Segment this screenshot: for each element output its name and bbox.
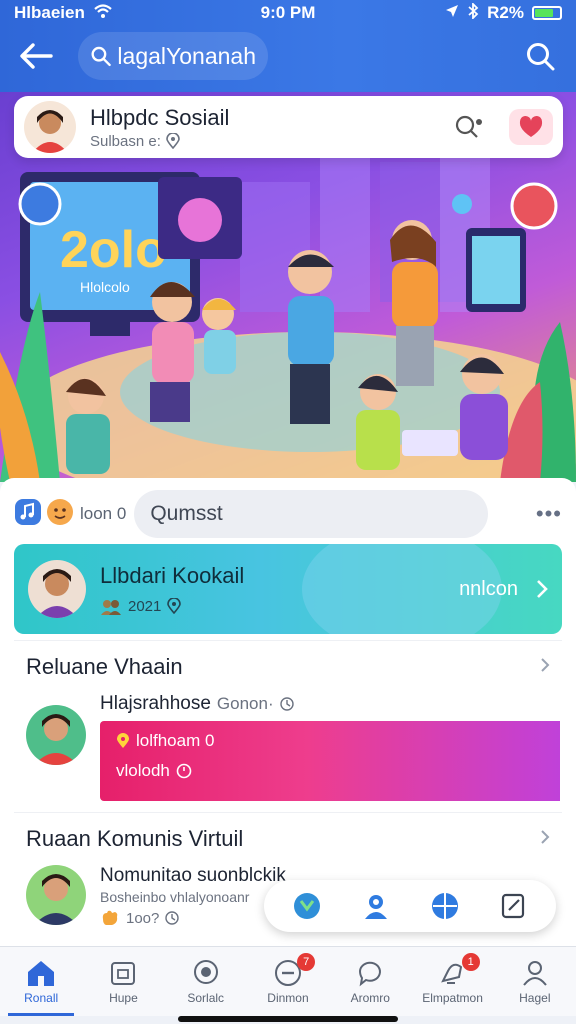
nav-notifications[interactable]: Elmpatmon 1: [411, 947, 493, 1016]
nav-social[interactable]: Sorlalc: [165, 947, 247, 1016]
item-muted: Gonon·: [216, 694, 274, 713]
search-text: lagalYonanah: [117, 42, 256, 69]
group-icon: [101, 600, 121, 615]
edit-document-icon: [501, 893, 524, 919]
back-button[interactable]: [14, 34, 58, 78]
item-title: Hlajsrahhose: [100, 693, 211, 714]
profile-share-button[interactable]: [358, 888, 394, 924]
post-composer: loon 0 Qumsst •••: [14, 488, 562, 540]
chevron-right-icon[interactable]: [536, 579, 548, 599]
featured-link-text[interactable]: nnlcon: [459, 578, 518, 601]
profile-name: Hlbpdc Sosiail: [90, 104, 230, 130]
location-arrow-icon: [445, 3, 459, 23]
search-button[interactable]: [518, 34, 562, 78]
search-icon: [91, 46, 111, 67]
tools-button[interactable]: [289, 888, 325, 924]
app-header: Hlbaeien 9:0 PM R2% lagalYonanah: [0, 0, 576, 96]
chevron-right-icon[interactable]: [540, 657, 550, 678]
person-chat-icon: [364, 895, 387, 919]
nav-label: Ronall: [24, 990, 59, 1005]
chevron-right-icon[interactable]: [540, 829, 550, 850]
nav-calendar[interactable]: Hupe: [82, 947, 164, 1016]
event-card[interactable]: lolfhoam 0 vlolodh: [100, 721, 560, 801]
nav-label: Sorlalc: [187, 990, 225, 1005]
composer-label: loon 0: [80, 504, 127, 523]
search-icon: [527, 43, 555, 71]
question-input[interactable]: Qumsst: [134, 490, 489, 538]
list-item[interactable]: Hlajsrahhose Gonon· lolfhoam 0 vlolodh: [14, 693, 562, 801]
featured-card[interactable]: Llbdari Kookail 2021 nnlcon: [14, 544, 562, 634]
calendar-icon: [111, 961, 136, 985]
location-pin-icon: [117, 733, 129, 748]
clock-icon: [279, 697, 294, 711]
home-indicator[interactable]: [178, 1016, 398, 1022]
content-panel: loon 0 Qumsst ••• Llbdari Kookail 2021 n…: [0, 478, 576, 948]
avatar[interactable]: [24, 101, 76, 153]
bluetooth-icon: [467, 1, 479, 24]
section-recommended: Reluane Vhaain Hlajsrahhose Gonon· lolfh…: [14, 640, 562, 812]
battery-icon: [532, 6, 563, 20]
status-bar: Hlbaeien 9:0 PM R2%: [0, 0, 576, 26]
clock-icon: [176, 763, 192, 779]
event-location: lolfhoam 0: [136, 731, 215, 750]
profile-subtitle: Sulbasn e:: [90, 132, 161, 150]
search-field[interactable]: lagalYonanah: [78, 32, 268, 80]
section-title: Reluane Vhaain: [26, 654, 183, 679]
featured-title: Llbdari Kookail: [100, 563, 245, 588]
nav-messages[interactable]: Dinmon 7: [247, 947, 329, 1016]
comment-icon: [359, 961, 382, 986]
notification-badge: 1: [461, 953, 480, 971]
section-header[interactable]: Ruaan Komunis Virtuil: [14, 813, 562, 865]
hand-wave-icon: [102, 910, 118, 925]
profile-card[interactable]: Hlbpdc Sosiail Sulbasn e:: [14, 96, 563, 158]
location-pin-icon: [167, 598, 182, 614]
globe-icon: [431, 893, 458, 919]
battery-percent: R2%: [487, 3, 525, 22]
clock-icon: [165, 911, 180, 925]
nav-comments[interactable]: Aromro: [329, 947, 411, 1016]
person-icon: [523, 960, 547, 986]
nav-home[interactable]: Ronall: [0, 947, 82, 1016]
avatar[interactable]: [26, 705, 86, 765]
globe-button[interactable]: [427, 888, 463, 924]
search-person-icon: [455, 115, 482, 138]
tv-screen-text: 2olo: [60, 221, 167, 279]
section-title: Ruaan Komunis Virtuil: [26, 826, 244, 851]
nav-label: Elmpatmon: [422, 990, 483, 1005]
nav-label: Aromro: [350, 990, 390, 1005]
tools-icon: [293, 893, 320, 919]
clock: 9:0 PM: [260, 3, 316, 22]
chat-bubble-icon: [193, 959, 218, 984]
nav-label: Hupe: [109, 990, 138, 1005]
more-options-button[interactable]: •••: [536, 501, 562, 527]
carrier-name: Hlbaeien: [14, 3, 85, 22]
search-people-button[interactable]: [447, 109, 491, 145]
question-placeholder: Qumsst: [150, 502, 223, 525]
nav-profile[interactable]: Hagel: [494, 947, 576, 1016]
nav-label: Hagel: [519, 990, 551, 1005]
avatar[interactable]: [28, 560, 86, 618]
nav-label: Dinmon: [267, 990, 309, 1005]
home-icon: [28, 960, 55, 986]
section-header[interactable]: Reluane Vhaain: [14, 641, 562, 693]
event-time: vlolodh: [116, 761, 170, 780]
location-pin-icon: [166, 133, 180, 149]
emoji-avatar-icon[interactable]: [46, 498, 74, 531]
avatar[interactable]: [26, 865, 86, 925]
heart-chat-icon: [519, 115, 543, 137]
notification-badge: 7: [297, 953, 316, 971]
featured-year: 2021: [128, 597, 162, 615]
wifi-icon: [93, 3, 113, 24]
music-note-icon[interactable]: [14, 498, 42, 531]
item-count: 1oo?: [126, 909, 160, 927]
arrow-left-icon: [20, 43, 53, 69]
floating-action-bar: [264, 880, 556, 932]
item-title: Nomunitao suonblckik: [100, 865, 286, 886]
bottom-navigation: Ronall Hupe Sorlalc Dinmon 7 Aromro Elmp…: [0, 946, 576, 1016]
favorite-button[interactable]: [509, 109, 553, 145]
tv-screen-subtext: Hlolcolo: [80, 279, 130, 295]
edit-button[interactable]: [496, 888, 532, 924]
